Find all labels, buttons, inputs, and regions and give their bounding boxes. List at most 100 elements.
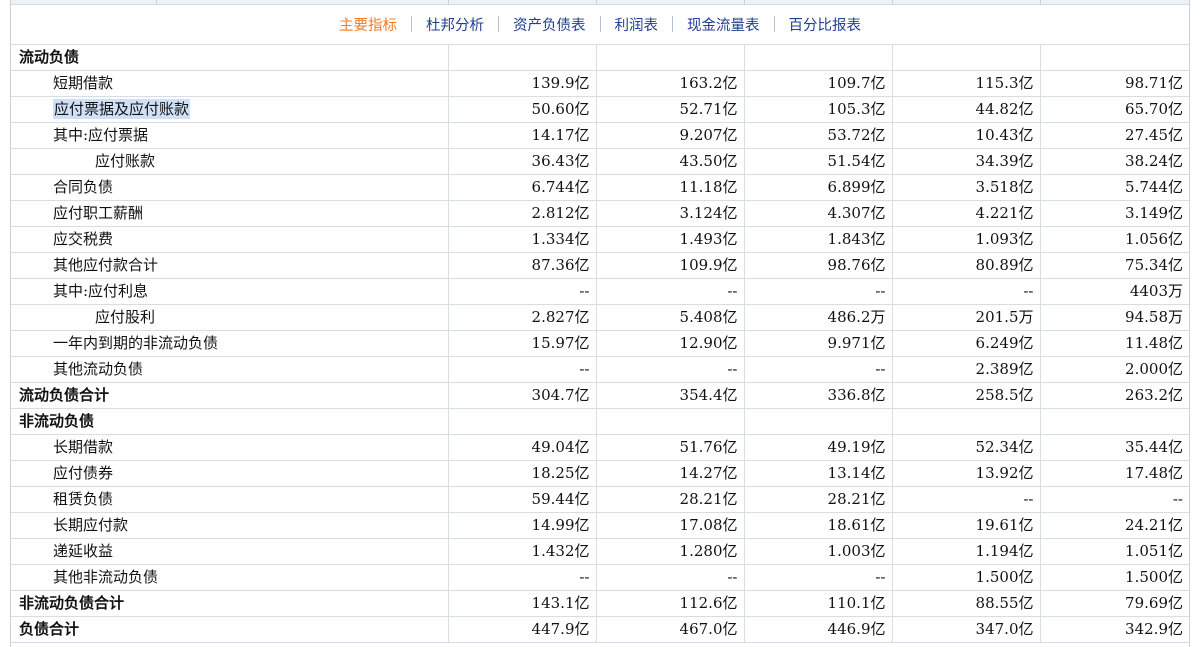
value-cell: 94.58万 <box>1039 304 1189 331</box>
value-cell: 2.000亿 <box>1039 356 1189 383</box>
row-label: 租赁负债 <box>53 490 114 508</box>
row-label-cell: 应付职工薪酬 <box>11 200 449 227</box>
value-cell: -- <box>595 356 745 383</box>
row-label-cell: 应付股利 <box>11 304 449 331</box>
value-cell: 98.71亿 <box>1039 70 1189 97</box>
value-cell: 43.50亿 <box>595 148 745 175</box>
value-cell: 447.9亿 <box>447 616 597 643</box>
row-label-cell: 租赁负债 <box>11 486 449 513</box>
row-label-cell: 非流动负债 <box>11 408 449 435</box>
row-label-cell: 应付债券 <box>11 460 449 487</box>
table-row: 负债合计 447.9亿 467.0亿 446.9亿 347.0亿 342.9亿 <box>11 616 1189 643</box>
value-cell: -- <box>447 564 597 591</box>
value-cell: 1.500亿 <box>1039 564 1189 591</box>
value-cell: 87.36亿 <box>447 252 597 279</box>
value-cell: -- <box>891 486 1041 513</box>
row-label: 应付账款 <box>95 152 156 170</box>
value-cell: 347.0亿 <box>891 616 1041 643</box>
value-cell: 18.25亿 <box>447 460 597 487</box>
table-row: 一年内到期的非流动负债 15.97亿 12.90亿 9.971亿 6.249亿 11.48… <box>11 330 1189 357</box>
table-row: 应付职工薪酬 2.812亿 3.124亿 4.307亿 4.221亿 3.149亿 <box>11 200 1189 227</box>
value-cell: -- <box>743 356 893 383</box>
row-label: 递延收益 <box>53 542 114 560</box>
value-cell: 3.149亿 <box>1039 200 1189 227</box>
row-label: 其他流动负债 <box>53 360 144 378</box>
value-cell: 49.04亿 <box>447 434 597 461</box>
report-frame: 主要指标 杜邦分析 资产负债表 利润表 现金流量表 百分比报表 流动负债短期借款… <box>10 0 1190 647</box>
value-cell <box>447 408 597 435</box>
value-cell: 4.307亿 <box>743 200 893 227</box>
value-cell: 36.43亿 <box>447 148 597 175</box>
table-row: 其中:应付票据 14.17亿 9.207亿 53.72亿 10.43亿 27.45亿 <box>11 122 1189 149</box>
row-label-cell: 一年内到期的非流动负债 <box>11 330 449 357</box>
table-row: 流动负债 <box>11 44 1189 71</box>
value-cell: 14.99亿 <box>447 512 597 539</box>
value-cell: 52.34亿 <box>891 434 1041 461</box>
value-cell: 5.744亿 <box>1039 174 1189 201</box>
row-label-cell: 其他流动负债 <box>11 356 449 383</box>
value-cell: 1.056亿 <box>1039 226 1189 253</box>
value-cell: 38.24亿 <box>1039 148 1189 175</box>
tab-income-statement[interactable]: 利润表 <box>601 14 673 35</box>
value-cell: 6.899亿 <box>743 174 893 201</box>
value-cell: 486.2万 <box>743 304 893 331</box>
value-cell: 4403万 <box>1039 278 1189 305</box>
value-cell: 6.249亿 <box>891 330 1041 357</box>
value-cell: 1.500亿 <box>891 564 1041 591</box>
value-cell <box>447 44 597 71</box>
tab-cash-flow[interactable]: 现金流量表 <box>673 14 774 35</box>
row-label-cell: 流动负债 <box>11 44 449 71</box>
row-label: 短期借款 <box>53 74 114 92</box>
value-cell: 304.7亿 <box>447 382 597 409</box>
value-cell: 139.9亿 <box>447 70 597 97</box>
table-row: 其他非流动负债 -- -- -- 1.500亿 1.500亿 <box>11 564 1189 591</box>
value-cell: -- <box>1039 486 1189 513</box>
value-cell: 12.90亿 <box>595 330 745 357</box>
table-row: 其中:应付利息 -- -- -- -- 4403万 <box>11 278 1189 305</box>
value-cell: 1.093亿 <box>891 226 1041 253</box>
value-cell: 79.69亿 <box>1039 590 1189 617</box>
row-label: 应付股利 <box>95 308 156 326</box>
row-label-cell: 其他非流动负债 <box>11 564 449 591</box>
table-row: 长期应付款 14.99亿 17.08亿 18.61亿 19.61亿 24.21亿 <box>11 512 1189 539</box>
value-cell: -- <box>595 278 745 305</box>
value-cell: 263.2亿 <box>1039 382 1189 409</box>
row-label: 应付票据及应付账款 <box>53 99 191 119</box>
row-label-cell: 应付票据及应付账款 <box>11 96 449 123</box>
value-cell: 342.9亿 <box>1039 616 1189 643</box>
value-cell <box>891 44 1041 71</box>
row-label: 非流动负债合计 <box>19 594 125 612</box>
table-row: 应付账款 36.43亿 43.50亿 51.54亿 34.39亿 38.24亿 <box>11 148 1189 175</box>
tab-percentage-report[interactable]: 百分比报表 <box>775 14 876 35</box>
value-cell: 109.9亿 <box>595 252 745 279</box>
table-row: 合同负债 6.744亿 11.18亿 6.899亿 3.518亿 5.744亿 <box>11 174 1189 201</box>
value-cell: 65.70亿 <box>1039 96 1189 123</box>
tab-main-indicators[interactable]: 主要指标 <box>325 14 411 35</box>
table-row: 递延收益 1.432亿 1.280亿 1.003亿 1.194亿 1.051亿 <box>11 538 1189 565</box>
value-cell: 110.1亿 <box>743 590 893 617</box>
row-label: 合同负债 <box>53 178 114 196</box>
row-label: 其中:应付票据 <box>53 126 149 144</box>
value-cell: 51.54亿 <box>743 148 893 175</box>
row-label: 长期应付款 <box>53 516 129 534</box>
value-cell: 14.17亿 <box>447 122 597 149</box>
value-cell: 2.827亿 <box>447 304 597 331</box>
value-cell: 1.280亿 <box>595 538 745 565</box>
value-cell: 19.61亿 <box>891 512 1041 539</box>
value-cell: 53.72亿 <box>743 122 893 149</box>
value-cell <box>1039 44 1189 71</box>
liabilities-table: 流动负债 短期借款 139.9亿 163.2亿 109.7亿 115.3亿 98.71亿 应付… <box>11 44 1189 643</box>
tab-dupont-analysis[interactable]: 杜邦分析 <box>412 14 498 35</box>
value-cell: 446.9亿 <box>743 616 893 643</box>
value-cell: 6.744亿 <box>447 174 597 201</box>
value-cell: 28.21亿 <box>595 486 745 513</box>
value-cell: -- <box>447 278 597 305</box>
value-cell: 80.89亿 <box>891 252 1041 279</box>
value-cell: -- <box>595 564 745 591</box>
tab-balance-sheet[interactable]: 资产负债表 <box>499 14 600 35</box>
row-label-cell: 非流动负债合计 <box>11 590 449 617</box>
value-cell: 2.812亿 <box>447 200 597 227</box>
value-cell: 467.0亿 <box>595 616 745 643</box>
value-cell: 34.39亿 <box>891 148 1041 175</box>
value-cell: -- <box>891 278 1041 305</box>
